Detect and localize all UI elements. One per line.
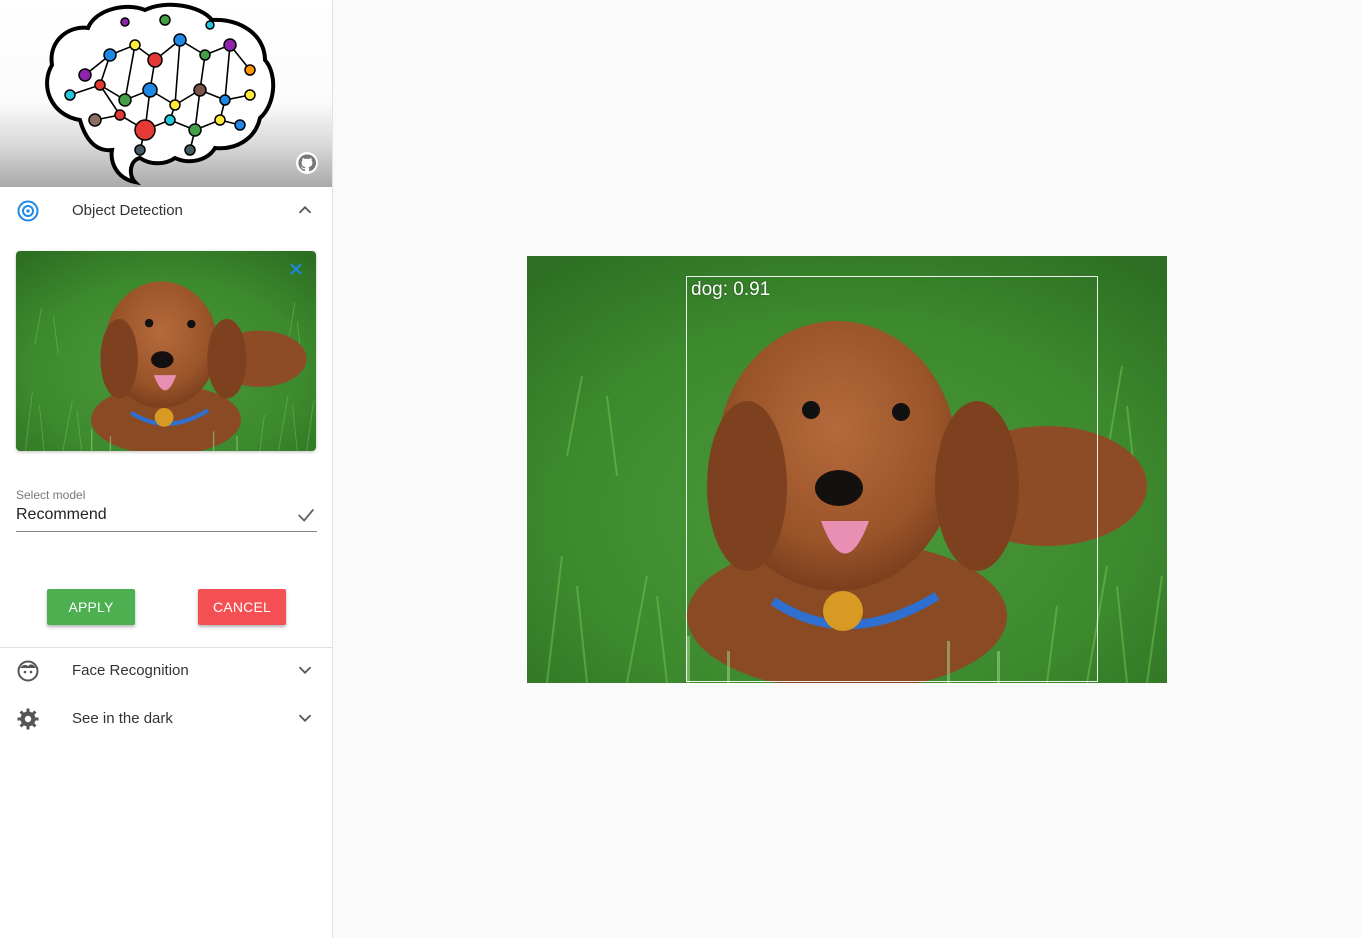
check-icon: [298, 508, 315, 522]
panel-header-face-recognition[interactable]: Face Recognition: [0, 647, 332, 695]
dog-thumbnail: [16, 251, 316, 451]
cancel-button[interactable]: CANCEL: [198, 589, 286, 625]
bounding-box: [686, 276, 1098, 682]
uploaded-image-preview: [16, 251, 316, 451]
select-model-label: Select model: [16, 488, 86, 502]
gear-icon: [17, 708, 39, 730]
detection-label: dog: 0.91: [691, 279, 771, 300]
chevron-down-icon[interactable]: [294, 659, 316, 681]
select-model-value[interactable]: Recommend: [16, 506, 107, 524]
brain-logo: [45, 2, 276, 186]
sidebar: Object Detection Select model Recommend …: [0, 0, 333, 938]
close-icon[interactable]: [288, 261, 304, 277]
brand-header: [0, 0, 332, 187]
face-icon: [17, 660, 39, 682]
apply-button[interactable]: APPLY: [47, 589, 135, 625]
panel-label-face-recognition: Face Recognition: [72, 662, 189, 679]
panel-header-see-in-the-dark[interactable]: See in the dark: [0, 695, 332, 743]
target-icon: [17, 200, 39, 222]
chevron-down-icon[interactable]: [294, 707, 316, 729]
panel-header-object-detection[interactable]: Object Detection: [0, 187, 332, 235]
chevron-up-icon[interactable]: [294, 199, 316, 221]
github-icon[interactable]: [295, 151, 319, 175]
panel-label-object-detection: Object Detection: [72, 202, 183, 219]
panel-label-see-in-the-dark: See in the dark: [72, 710, 173, 727]
field-underline: [16, 531, 317, 532]
select-model-field[interactable]: Select model Recommend: [16, 486, 317, 532]
detection-result-image: dog: 0.91: [527, 256, 1167, 683]
